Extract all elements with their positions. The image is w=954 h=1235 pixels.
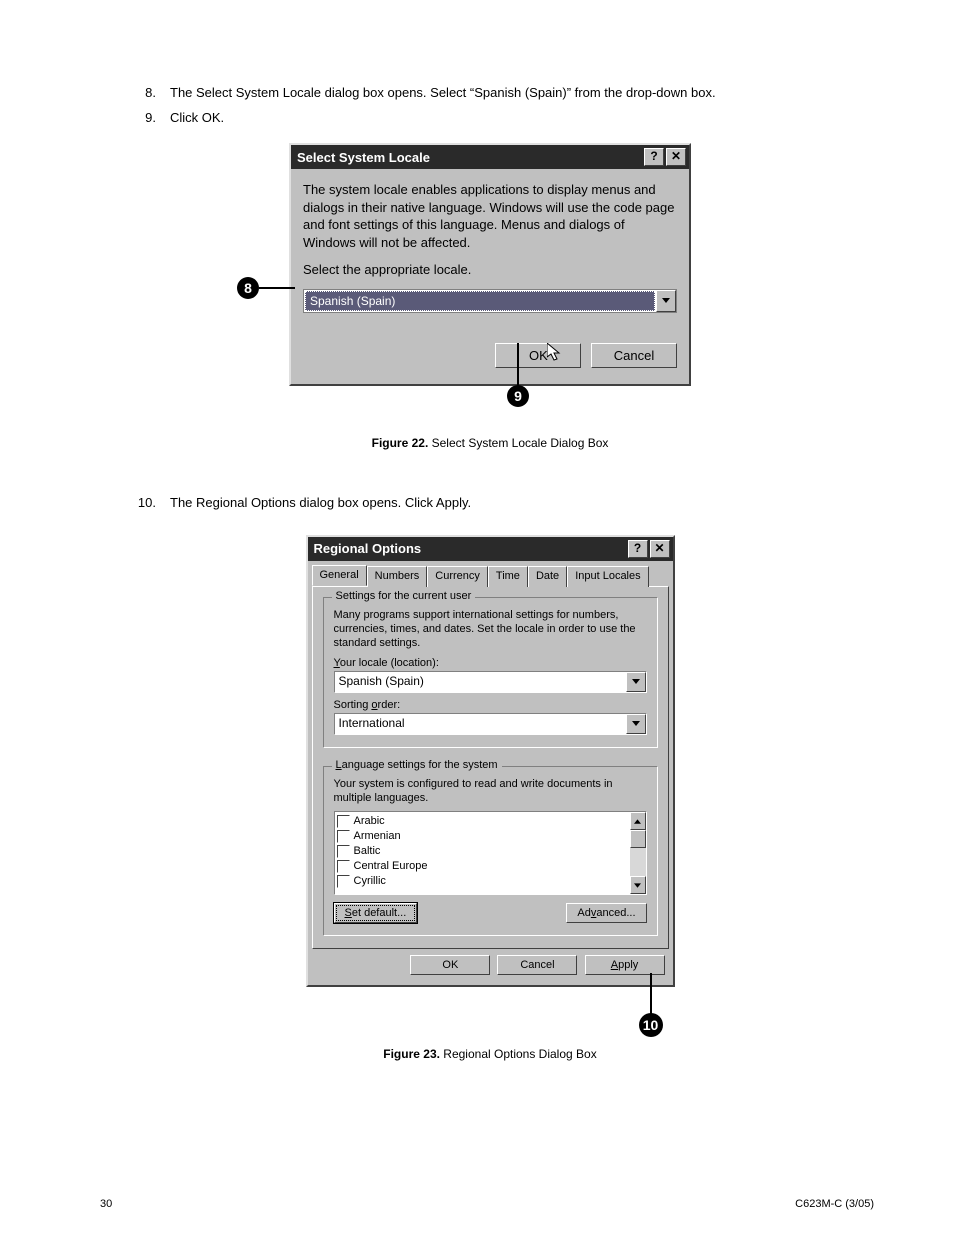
step-9-number: 9.: [100, 110, 170, 125]
dialog-title: Select System Locale: [297, 150, 644, 165]
tab-strip: General Numbers Currency Time Date Input…: [308, 561, 673, 586]
figure-23: Regional Options ? ✕ General Numbers Cur…: [100, 535, 880, 1061]
your-locale-dropdown[interactable]: Spanish (Spain): [334, 671, 647, 693]
cancel-button[interactable]: Cancel: [591, 343, 677, 368]
sorting-order-label: Sorting order:: [334, 699, 647, 711]
step-8-number: 8.: [100, 85, 170, 100]
select-system-locale-dialog: Select System Locale ? ✕ The system loca…: [289, 143, 691, 386]
ok-button[interactable]: OK: [495, 343, 581, 368]
scroll-up-icon[interactable]: [630, 812, 646, 830]
tab-time[interactable]: Time: [488, 566, 528, 587]
checkbox[interactable]: [337, 845, 350, 858]
tab-date[interactable]: Date: [528, 566, 567, 587]
tab-input-locales[interactable]: Input Locales: [567, 566, 648, 587]
chevron-down-icon[interactable]: [656, 290, 676, 312]
tab-currency[interactable]: Currency: [427, 566, 488, 587]
set-default-button[interactable]: Set default...: [334, 903, 418, 923]
group1-description: Many programs support international sett…: [334, 608, 647, 651]
chevron-down-icon[interactable]: [626, 714, 646, 734]
sorting-order-value: International: [335, 714, 626, 734]
close-button[interactable]: ✕: [650, 540, 670, 558]
checkbox[interactable]: [337, 830, 350, 843]
your-locale-label: Your locale (location):: [334, 657, 647, 669]
callout-badge-10: 10: [639, 1013, 663, 1037]
step-10-number: 10.: [100, 495, 170, 510]
step-9-text: Click OK.: [170, 110, 224, 125]
figure-23-caption: Figure 23. Regional Options Dialog Box: [100, 1047, 880, 1061]
figure-22: 8 Select System Locale ? ✕ The system lo…: [100, 143, 880, 450]
list-item[interactable]: Arabic: [337, 814, 628, 829]
callout-line-8: [259, 287, 295, 290]
group2-description: Your system is configured to read and wr…: [334, 777, 647, 806]
list-item[interactable]: Armenian: [337, 829, 628, 844]
scrollbar[interactable]: [630, 812, 646, 894]
page-number: 30: [100, 1198, 112, 1210]
locale-dropdown-value: Spanish (Spain): [305, 291, 655, 311]
group-current-user: Settings for the current user Many progr…: [323, 597, 658, 748]
help-button[interactable]: ?: [644, 148, 664, 166]
list-item[interactable]: Cyrillic: [337, 874, 628, 889]
apply-button[interactable]: Apply: [585, 955, 665, 975]
dialog-titlebar[interactable]: Select System Locale ? ✕: [291, 145, 689, 169]
advanced-button[interactable]: Advanced...: [566, 903, 646, 923]
dialog-title: Regional Options: [314, 541, 628, 556]
help-button[interactable]: ?: [628, 540, 648, 558]
callout-line-10: [650, 973, 653, 1017]
mouse-cursor-icon: [547, 343, 563, 363]
locale-dropdown[interactable]: Spanish (Spain): [303, 289, 677, 313]
list-item[interactable]: Baltic: [337, 844, 628, 859]
dialog-description-2: Select the appropriate locale.: [303, 261, 677, 279]
step-8-text: The Select System Locale dialog box open…: [170, 85, 716, 100]
dialog-description-1: The system locale enables applications t…: [303, 181, 677, 251]
step-10-text: The Regional Options dialog box opens. C…: [170, 495, 471, 510]
group-language-settings-legend: Language settings for the system: [332, 759, 502, 771]
scroll-down-icon[interactable]: [630, 876, 646, 894]
checkbox[interactable]: [337, 875, 350, 888]
dialog-titlebar[interactable]: Regional Options ? ✕: [308, 537, 673, 561]
group-current-user-legend: Settings for the current user: [332, 590, 476, 602]
regional-options-dialog: Regional Options ? ✕ General Numbers Cur…: [306, 535, 675, 987]
step-8: 8. The Select System Locale dialog box o…: [100, 85, 880, 100]
tab-numbers[interactable]: Numbers: [367, 566, 428, 587]
your-locale-value: Spanish (Spain): [335, 672, 626, 692]
language-list[interactable]: Arabic Armenian Baltic Central Europe Cy…: [334, 811, 647, 895]
scrollbar-track[interactable]: [630, 848, 646, 876]
page-footer: 30 C623M-C (3/05): [100, 1198, 874, 1210]
list-item[interactable]: Central Europe: [337, 859, 628, 874]
chevron-down-icon[interactable]: [626, 672, 646, 692]
document-id: C623M-C (3/05): [795, 1198, 874, 1210]
callout-badge-9: 9: [507, 385, 529, 407]
group-language-settings: Language settings for the system Your sy…: [323, 766, 658, 937]
scrollbar-thumb[interactable]: [630, 830, 646, 848]
checkbox[interactable]: [337, 860, 350, 873]
close-button[interactable]: ✕: [666, 148, 686, 166]
step-10: 10. The Regional Options dialog box open…: [100, 495, 880, 510]
tab-general[interactable]: General: [312, 565, 367, 586]
ok-button[interactable]: OK: [410, 955, 490, 975]
callout-badge-8: 8: [237, 277, 259, 299]
callout-line-9: [517, 343, 520, 387]
step-9: 9. Click OK.: [100, 110, 880, 125]
checkbox[interactable]: [337, 815, 350, 828]
cancel-button[interactable]: Cancel: [497, 955, 577, 975]
sorting-order-dropdown[interactable]: International: [334, 713, 647, 735]
figure-22-caption: Figure 22. Select System Locale Dialog B…: [100, 436, 880, 450]
